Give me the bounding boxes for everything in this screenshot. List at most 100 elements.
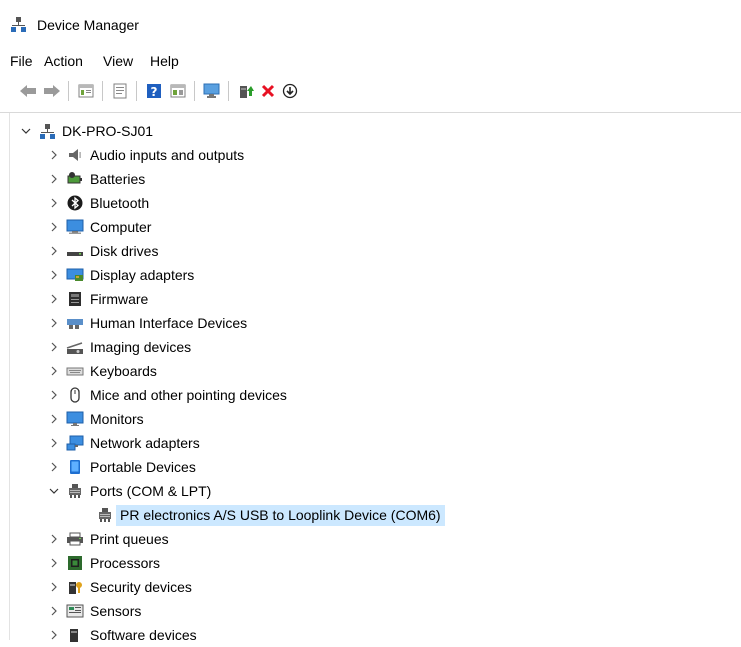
tree-item-label: Batteries [90,171,146,187]
chevron-right-icon[interactable] [48,263,60,287]
printer-icon [66,530,84,548]
scanner-icon [66,338,84,356]
tree-item-computer[interactable]: Computer [48,215,151,239]
tree-item-firmware[interactable]: Firmware [48,287,148,311]
toolbar-separator [136,81,137,101]
tree-item-label: Print queues [90,531,169,547]
tree-item-label: Keyboards [90,363,157,379]
tree-item-audio[interactable]: Audio inputs and outputs [48,143,244,167]
title-bar: Device Manager [0,0,741,46]
tree-item-keyboards[interactable]: Keyboards [48,359,157,383]
back-icon[interactable] [18,81,38,101]
chevron-right-icon[interactable] [48,143,60,167]
tree-item-software-devices[interactable]: Software devices [48,623,197,647]
tree-item-label: Computer [90,219,152,235]
update-driver-icon[interactable] [236,81,256,101]
chevron-right-icon[interactable] [48,599,60,623]
computer-network-icon [38,122,56,140]
tree-item-label: Network adapters [90,435,200,451]
tree-item-ports[interactable]: Ports (COM & LPT) [48,479,211,503]
toolbar-separator [68,81,69,101]
tree-item-label: Display adapters [90,267,195,283]
chevron-down-icon[interactable] [20,119,32,143]
tree-item-display-adapters[interactable]: Display adapters [48,263,194,287]
menu-view[interactable]: View [103,52,133,70]
help-icon[interactable]: ? [144,81,164,101]
tree-item-sensors[interactable]: Sensors [48,599,141,623]
monitor-icon [66,410,84,428]
chevron-right-icon[interactable] [48,239,60,263]
tree-item-portable[interactable]: Portable Devices [48,455,196,479]
processor-icon [66,554,84,572]
show-hide-tree-icon[interactable] [76,81,96,101]
tree-item-label: Audio inputs and outputs [90,147,245,163]
tree-item-label: Bluetooth [90,195,150,211]
toolbar-separator [228,81,229,101]
menu-help[interactable]: Help [150,52,179,70]
tree-item-batteries[interactable]: Batteries [48,167,145,191]
toolbar-separator [102,81,103,101]
svg-text:?: ? [151,85,158,99]
chevron-right-icon[interactable] [48,287,60,311]
tree-item-label: Portable Devices [90,459,196,475]
display-adapter-icon [66,266,84,284]
chevron-right-icon[interactable] [48,431,60,455]
tree-border [9,113,10,640]
tree-item-imaging[interactable]: Imaging devices [48,335,191,359]
tree-item-monitors[interactable]: Monitors [48,407,144,431]
chevron-right-icon[interactable] [48,575,60,599]
tree-item-mice[interactable]: Mice and other pointing devices [48,383,287,407]
tree-item-hid[interactable]: Human Interface Devices [48,311,247,335]
tree-item-label: Disk drives [90,243,159,259]
chevron-right-icon[interactable] [48,359,60,383]
chevron-right-icon[interactable] [48,215,60,239]
toolbar-separator [194,81,195,101]
menu-action[interactable]: Action [44,52,83,70]
menu-file[interactable]: File [10,52,33,70]
mouse-icon [66,386,84,404]
uninstall-icon[interactable] [258,81,278,101]
software-device-icon [66,626,84,644]
tree-item-print-queues[interactable]: Print queues [48,527,169,551]
chevron-right-icon[interactable] [48,407,60,431]
chevron-right-icon[interactable] [48,191,60,215]
portable-device-icon [66,458,84,476]
tree-item-label: Mice and other pointing devices [90,387,287,403]
bluetooth-icon [66,194,84,212]
keyboard-icon [66,362,84,380]
speaker-icon [66,146,84,164]
tree-item-bluetooth[interactable]: Bluetooth [48,191,149,215]
tree-root[interactable]: DK-PRO-SJ01 [20,119,153,143]
tree-item-label: Monitors [90,411,144,427]
tree-device-selected[interactable]: PR electronics A/S USB to Looplink Devic… [96,503,445,527]
chevron-right-icon[interactable] [48,335,60,359]
sensor-icon [66,602,84,620]
tree-item-label: Firmware [90,291,149,307]
scan-hardware-icon[interactable] [202,81,222,101]
menu-bar: File Action View Help [0,50,741,72]
port-icon [66,482,84,500]
tree-item-label: Sensors [90,603,142,619]
chevron-right-icon[interactable] [48,167,60,191]
forward-icon[interactable] [42,81,62,101]
chevron-right-icon[interactable] [48,311,60,335]
chevron-right-icon[interactable] [48,455,60,479]
tree-item-disk-drives[interactable]: Disk drives [48,239,158,263]
tree-item-security[interactable]: Security devices [48,575,192,599]
tree-item-network[interactable]: Network adapters [48,431,200,455]
properties-icon[interactable] [110,81,130,101]
chevron-down-icon[interactable] [48,479,60,503]
chevron-right-icon[interactable] [48,527,60,551]
tree-item-label: Processors [90,555,161,571]
tree-item-processors[interactable]: Processors [48,551,160,575]
chevron-right-icon[interactable] [48,623,60,647]
chevron-right-icon[interactable] [48,551,60,575]
tree-item-label: Imaging devices [90,339,192,355]
chevron-right-icon[interactable] [48,383,60,407]
enable-device-icon[interactable] [280,81,300,101]
tree-item-label: Human Interface Devices [90,315,248,331]
hid-icon [66,314,84,332]
battery-icon [66,170,84,188]
view-icon[interactable] [168,81,188,101]
device-manager-icon [10,16,27,33]
